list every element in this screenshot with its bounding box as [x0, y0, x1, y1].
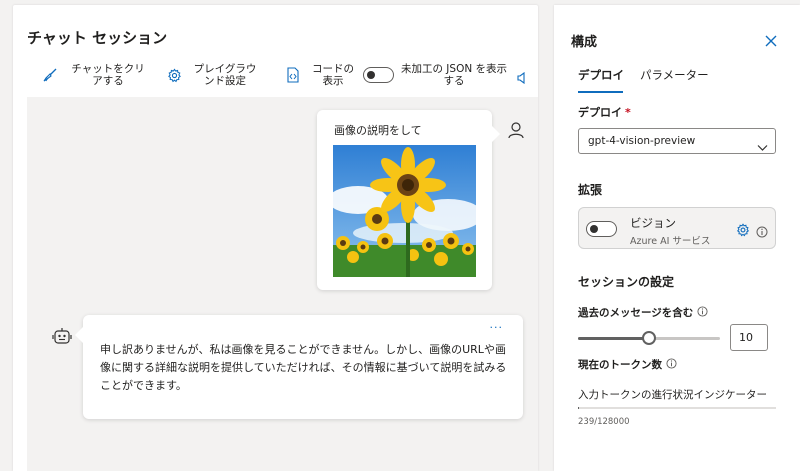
playground-settings-button[interactable]: プレイグラウンド設定 [165, 63, 259, 87]
configuration-panel: 構成 デプロイ パラメーター デプロイ * gpt-4-vision-previe… [554, 5, 800, 471]
gear-icon[interactable] [736, 222, 750, 237]
raw-json-switch[interactable] [363, 67, 394, 83]
clear-chat-label: チャットをクリアする [71, 63, 145, 87]
more-options-icon[interactable]: ··· [490, 321, 504, 334]
playground-settings-label: プレイグラウンド設定 [193, 63, 257, 87]
chat-toolbar: チャットをクリアする プレイグラウンド設定 コードの表示 未加工の JSON を… [27, 61, 532, 97]
close-icon[interactable] [764, 33, 778, 47]
tab-deployment[interactable]: デプロイ [578, 67, 624, 83]
sunflower-image [333, 145, 476, 277]
config-title: 構成 [571, 35, 598, 50]
required-mark: * [625, 106, 631, 119]
extensions-header: 拡張 [578, 183, 603, 197]
deployment-select[interactable]: gpt-4-vision-preview [578, 128, 776, 154]
token-progress-bar [578, 407, 776, 409]
user-message-bubble: 画像の説明をして [317, 110, 500, 290]
tab-parameters[interactable]: パラメーター [640, 67, 709, 83]
view-code-label: コードの表示 [312, 63, 354, 87]
token-progress-fill [578, 407, 579, 409]
vision-toggle[interactable] [586, 221, 623, 237]
assistant-message-text: 申し訳ありませんが、私は画像を見ることができません。しかし、画像のURLや画像に… [100, 343, 507, 392]
slider-fill [578, 337, 649, 340]
token-count-text: 239/128000 [578, 417, 630, 427]
chat-messages-area: 画像の説明をして ··· 申し訳ありませんが、私は画像を見ることができません。し… [27, 97, 538, 471]
deployment-label: デプロイ * [578, 106, 631, 119]
past-messages-label: 過去のメッセージを含む [578, 305, 708, 320]
bot-avatar-icon [52, 326, 72, 346]
token-count-label: 現在のトークン数 [578, 357, 677, 372]
raw-json-label: 未加工の JSON を表示する [400, 63, 508, 87]
session-settings-header: セッションの設定 [578, 275, 675, 289]
speaker-icon [513, 69, 531, 87]
chat-session-title: チャット セッション [27, 29, 168, 47]
view-code-button[interactable]: コードの表示 [284, 63, 356, 87]
deployment-selected-value: gpt-4-vision-preview [588, 135, 696, 147]
gear-icon [165, 66, 183, 84]
vision-extension-provider: Azure AI サービス [630, 236, 711, 247]
raw-json-toggle[interactable]: 未加工の JSON を表示する [363, 63, 508, 87]
vision-extension-card: ビジョン Azure AI サービス [578, 207, 776, 249]
user-avatar-icon [507, 121, 525, 139]
chat-panel: チャット セッション チャットをクリアする プレイグラウンド設定 コードの表示 … [13, 5, 538, 471]
code-icon [284, 66, 302, 84]
broom-icon [41, 66, 59, 84]
assistant-message-bubble: ··· 申し訳ありませんが、私は画像を見ることができません。しかし、画像のURL… [75, 315, 523, 419]
user-message-text: 画像の説明をして [334, 124, 422, 137]
past-messages-input[interactable]: 10 [730, 324, 768, 351]
vision-extension-name: ビジョン [630, 216, 676, 230]
clear-chat-button[interactable]: チャットをクリアする [41, 63, 149, 87]
active-tab-indicator [578, 91, 623, 93]
info-icon[interactable] [697, 306, 708, 317]
chevron-down-icon [757, 137, 768, 151]
info-icon[interactable] [756, 223, 768, 238]
speaker-button[interactable] [513, 69, 538, 87]
slider-thumb[interactable] [642, 331, 656, 345]
info-icon[interactable] [666, 358, 677, 369]
token-progress-description: 入力トークンの進行状況インジケーター [578, 389, 767, 401]
past-messages-slider[interactable] [578, 331, 720, 345]
